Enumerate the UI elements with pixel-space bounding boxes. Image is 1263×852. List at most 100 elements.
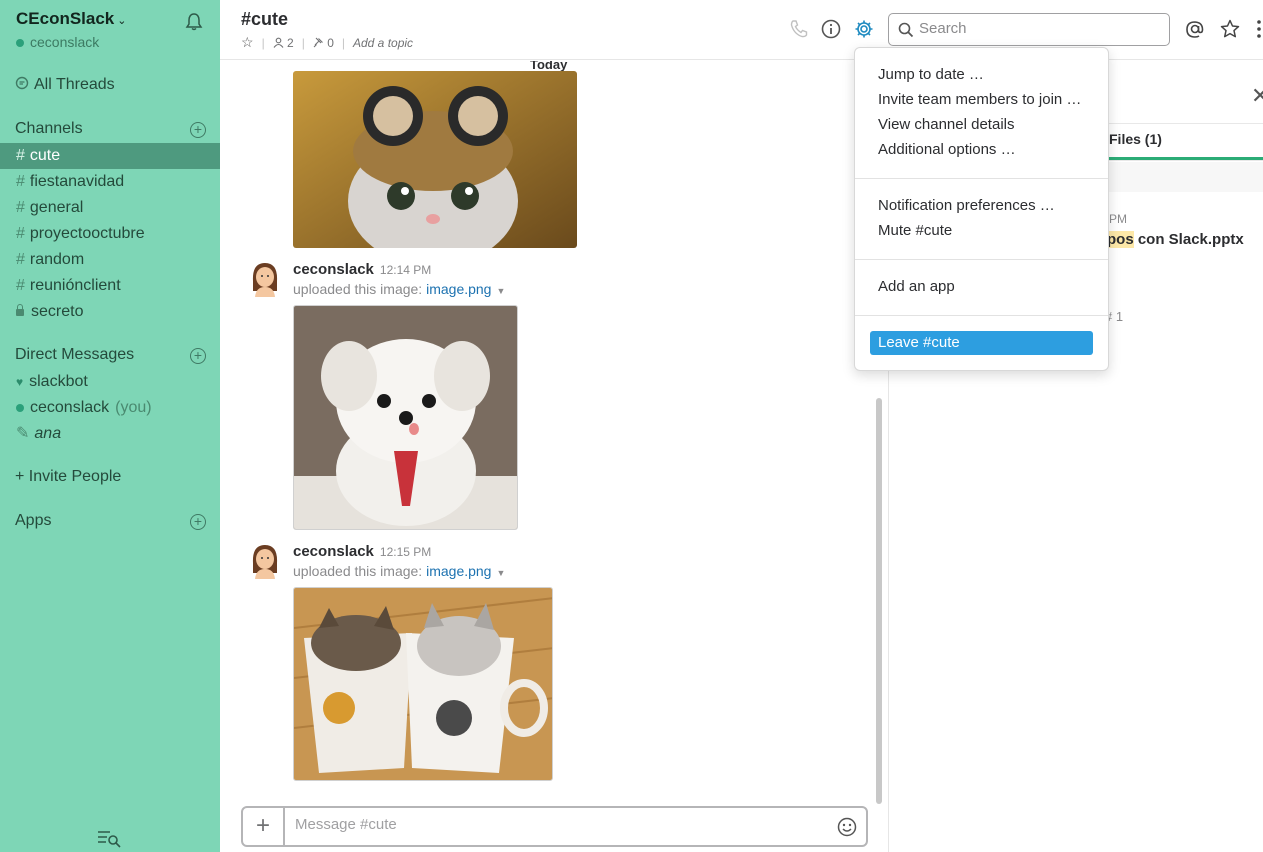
file-item-name[interactable]: pos con Slack.pptx bbox=[1107, 231, 1244, 248]
presence-dot-icon bbox=[16, 403, 24, 412]
sidebar: CEconSlack ⌄ ceconslack All Threads Chann… bbox=[0, 0, 220, 852]
pins-button[interactable]: 0 bbox=[313, 36, 334, 50]
sidebar-item-fiestanavidad[interactable]: # fiestanavidad bbox=[0, 169, 220, 195]
file-name-rest: con Slack.pptx bbox=[1133, 231, 1244, 248]
channel-label: fiestanavidad bbox=[29, 173, 125, 190]
phone-icon[interactable] bbox=[788, 18, 810, 40]
close-icon[interactable]: ✕ bbox=[1251, 83, 1263, 109]
message-author[interactable]: ceconslack 12:14 PM bbox=[293, 261, 431, 278]
sidebar-item-general[interactable]: # general bbox=[0, 195, 220, 221]
add-attachment-button[interactable]: + bbox=[243, 808, 285, 845]
chevron-down-icon: ⌄ bbox=[117, 15, 127, 27]
more-options-icon[interactable] bbox=[1251, 18, 1263, 40]
separator: | bbox=[261, 35, 265, 50]
menu-item-invite-members[interactable]: Invite team members to join … bbox=[878, 91, 1081, 108]
presence-dot-icon bbox=[16, 39, 24, 48]
image-puppy[interactable] bbox=[293, 305, 518, 530]
menu-item-jump-to-date[interactable]: Jump to date … bbox=[878, 66, 984, 83]
gear-icon[interactable] bbox=[853, 18, 875, 40]
menu-item-leave-channel[interactable]: Leave #cute bbox=[870, 331, 1093, 355]
message-composer: + bbox=[241, 806, 868, 847]
channels-header[interactable]: Channels bbox=[15, 120, 83, 138]
menu-item-additional-options[interactable]: Additional options … bbox=[878, 141, 1016, 158]
channel-title[interactable]: #cute bbox=[241, 9, 288, 30]
current-user-label: ceconslack bbox=[30, 34, 100, 50]
caret-down-icon[interactable]: ▼ bbox=[496, 286, 505, 296]
message-time[interactable]: 12:14 PM bbox=[380, 263, 431, 277]
add-channel-icon[interactable]: + bbox=[190, 122, 206, 138]
current-user: ceconslack bbox=[16, 34, 99, 50]
separator: | bbox=[341, 35, 345, 50]
hash-icon: # bbox=[16, 147, 25, 164]
avatar[interactable] bbox=[250, 543, 280, 579]
star-icon[interactable]: ☆ bbox=[241, 34, 254, 51]
hash-icon: # bbox=[16, 251, 25, 268]
pin-icon bbox=[313, 37, 323, 47]
tab-files[interactable]: Files (1) bbox=[1109, 131, 1162, 147]
search-icon bbox=[898, 22, 914, 38]
add-dm-icon[interactable]: + bbox=[190, 348, 206, 364]
file-link[interactable]: image.png bbox=[426, 563, 491, 579]
sidebar-item-cute[interactable]: # cute bbox=[0, 143, 220, 169]
sidebar-item-random[interactable]: # random bbox=[0, 247, 220, 273]
message-author[interactable]: ceconslack 12:15 PM bbox=[293, 543, 431, 560]
invite-people-link[interactable]: + Invite People bbox=[15, 468, 121, 486]
channel-settings-menu: Jump to date … Invite team members to jo… bbox=[854, 47, 1109, 371]
star-icon[interactable] bbox=[1219, 18, 1241, 40]
message-input[interactable] bbox=[295, 816, 815, 833]
mentions-icon[interactable] bbox=[1184, 18, 1206, 40]
menu-item-view-channel-details[interactable]: View channel details bbox=[878, 116, 1014, 133]
quick-switcher-icon[interactable] bbox=[96, 828, 122, 848]
message-time[interactable]: 12:15 PM bbox=[380, 545, 431, 559]
menu-item-add-app[interactable]: Add an app bbox=[878, 278, 955, 295]
menu-item-notification-preferences[interactable]: Notification preferences … bbox=[878, 197, 1055, 214]
you-label: (you) bbox=[115, 399, 152, 416]
cat-photo-image bbox=[293, 71, 577, 248]
add-topic-link[interactable]: Add a topic bbox=[353, 36, 413, 50]
messages-scrollbar[interactable] bbox=[876, 398, 882, 804]
sidebar-item-secreto[interactable]: secreto bbox=[0, 299, 220, 325]
menu-item-mute-channel[interactable]: Mute #cute bbox=[878, 222, 952, 239]
puppy-photo-image bbox=[294, 306, 517, 529]
upload-line: uploaded this image: image.png ▼ bbox=[293, 563, 505, 579]
kittens-photo-image bbox=[294, 588, 552, 780]
apps-header[interactable]: Apps bbox=[15, 512, 51, 530]
emoji-icon[interactable] bbox=[837, 817, 857, 837]
search-box[interactable] bbox=[888, 13, 1170, 46]
author-name[interactable]: ceconslack bbox=[293, 543, 374, 560]
image-cat-in-hat[interactable] bbox=[293, 71, 577, 248]
file-link[interactable]: image.png bbox=[426, 281, 491, 297]
sidebar-item-ceconslack[interactable]: ceconslack (you) bbox=[0, 395, 220, 421]
channel-label: reuniónclient bbox=[29, 277, 121, 294]
all-threads-link[interactable]: All Threads bbox=[15, 76, 115, 94]
author-name[interactable]: ceconslack bbox=[293, 261, 374, 278]
pin-count: 0 bbox=[327, 35, 334, 50]
file-time: PM bbox=[1109, 212, 1127, 226]
sidebar-item-slackbot[interactable]: ♥ slackbot bbox=[0, 369, 220, 395]
add-app-icon[interactable]: + bbox=[190, 514, 206, 530]
channel-label: general bbox=[29, 199, 84, 216]
sidebar-item-proyectooctubre[interactable]: # proyectooctubre bbox=[0, 221, 220, 247]
sidebar-item-reunioncliente[interactable]: # reuniónclient bbox=[0, 273, 220, 299]
comment-count: 1 bbox=[1115, 309, 1124, 324]
avatar[interactable] bbox=[250, 261, 280, 297]
channel-label: proyectooctubre bbox=[29, 225, 145, 242]
members-button[interactable]: 2 bbox=[273, 36, 294, 50]
direct-messages-header[interactable]: Direct Messages bbox=[15, 346, 134, 364]
channel-label: secreto bbox=[31, 303, 84, 320]
search-input[interactable] bbox=[919, 20, 1159, 37]
tab-active-underline bbox=[1104, 157, 1263, 160]
sidebar-item-ana[interactable]: ✎ ana bbox=[0, 421, 220, 447]
dm-label: ana bbox=[34, 425, 62, 442]
bell-icon[interactable] bbox=[184, 12, 204, 32]
caret-down-icon[interactable]: ▼ bbox=[496, 568, 505, 578]
menu-divider bbox=[855, 259, 1108, 260]
team-name-menu[interactable]: CEconSlack ⌄ bbox=[16, 9, 126, 29]
image-kittens-in-cups[interactable] bbox=[293, 587, 553, 781]
threads-icon bbox=[15, 76, 29, 90]
heart-icon: ♥ bbox=[16, 375, 24, 389]
info-icon[interactable] bbox=[820, 18, 842, 40]
channel-label: cute bbox=[29, 147, 61, 164]
hash-icon: # bbox=[16, 199, 25, 216]
channel-meta: ☆ | 2 | 0 | Add a topic bbox=[241, 34, 413, 51]
